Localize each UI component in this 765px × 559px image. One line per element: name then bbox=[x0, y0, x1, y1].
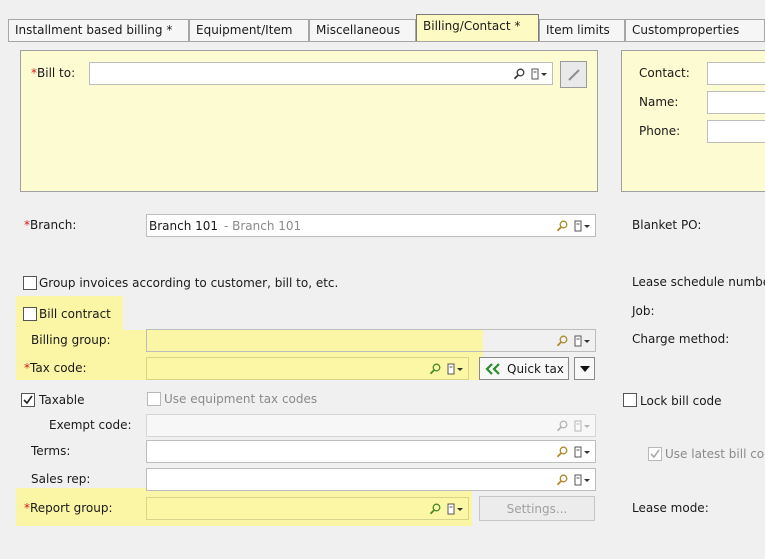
lookup-controls bbox=[556, 472, 592, 488]
bill-to-input[interactable] bbox=[89, 62, 553, 85]
lookup-controls bbox=[429, 361, 465, 377]
tab-label: Miscellaneous bbox=[316, 23, 401, 37]
lock-bill-code-label: Lock bill code bbox=[640, 394, 722, 408]
report-group-label: *Report group: bbox=[24, 501, 113, 515]
exempt-code-input[interactable] bbox=[146, 414, 596, 437]
tab-strip: Installment based billing * Equipment/It… bbox=[8, 14, 765, 42]
chevron-down-icon bbox=[579, 365, 590, 372]
branch-value: Branch 101 bbox=[149, 219, 219, 233]
settings-label: Settings... bbox=[506, 501, 568, 516]
search-icon[interactable] bbox=[513, 68, 525, 80]
search-icon[interactable] bbox=[429, 503, 441, 515]
tab-label: Customproperties bbox=[632, 23, 740, 37]
settings-button[interactable]: Settings... bbox=[479, 496, 595, 521]
quick-tax-label: Quick tax bbox=[507, 361, 564, 376]
sales-rep-input[interactable] bbox=[146, 468, 596, 491]
tab-label: Item limits bbox=[546, 23, 610, 37]
checkmark-icon bbox=[23, 395, 33, 405]
phone-label: Phone: bbox=[639, 124, 681, 138]
tax-code-label: *Tax code: bbox=[24, 361, 87, 375]
tab-label: Equipment/Item bbox=[196, 23, 293, 37]
lookup-controls bbox=[513, 66, 549, 82]
search-icon[interactable] bbox=[556, 420, 568, 432]
billing-group-label: Billing group: bbox=[31, 333, 111, 347]
lookup-controls bbox=[429, 501, 465, 517]
branch-label: *Branch: bbox=[24, 218, 77, 232]
dropdown-menu-icon[interactable] bbox=[574, 446, 592, 458]
dropdown-menu-icon[interactable] bbox=[574, 335, 592, 347]
tab-installment-based-billing[interactable]: Installment based billing * bbox=[8, 19, 189, 42]
checkmark-icon bbox=[650, 449, 660, 459]
tab-label: Billing/Contact * bbox=[423, 19, 521, 33]
edit-button[interactable] bbox=[560, 61, 587, 88]
bill-contract-label: Bill contract bbox=[39, 307, 111, 321]
name-label: Name: bbox=[639, 95, 679, 109]
search-icon[interactable] bbox=[556, 474, 568, 486]
blanket-po-label: Blanket PO: bbox=[632, 218, 702, 232]
lookup-controls bbox=[556, 333, 592, 349]
lease-mode-label: Lease mode: bbox=[632, 501, 709, 515]
bill-contract-checkbox[interactable] bbox=[23, 307, 37, 321]
charge-method-label: Charge method: bbox=[632, 332, 730, 346]
sales-rep-label: Sales rep: bbox=[31, 472, 91, 486]
billing-group-input[interactable] bbox=[146, 329, 596, 352]
pencil-icon bbox=[567, 68, 580, 81]
exempt-code-label: Exempt code: bbox=[49, 418, 132, 432]
dropdown-menu-icon[interactable] bbox=[574, 474, 592, 486]
search-icon[interactable] bbox=[556, 446, 568, 458]
tab-divider bbox=[8, 41, 765, 42]
dropdown-menu-icon[interactable] bbox=[531, 68, 549, 80]
name-input[interactable] bbox=[707, 91, 765, 114]
tab-custom-properties[interactable]: Customproperties bbox=[625, 19, 765, 42]
lookup-controls bbox=[556, 218, 592, 234]
tab-label: Installment based billing * bbox=[15, 23, 173, 37]
phone-input[interactable] bbox=[707, 120, 765, 143]
branch-input[interactable]: Branch 101 - Branch 101 bbox=[146, 214, 596, 237]
lookup-controls bbox=[556, 418, 592, 434]
report-group-input[interactable] bbox=[146, 497, 469, 520]
lock-bill-code-checkbox[interactable] bbox=[623, 393, 637, 407]
lookup-controls bbox=[556, 444, 592, 460]
group-invoices-label: Group invoices according to customer, bi… bbox=[39, 276, 339, 290]
tab-item-limits[interactable]: Item limits bbox=[539, 19, 625, 42]
dropdown-menu-icon[interactable] bbox=[574, 420, 592, 432]
terms-label: Terms: bbox=[31, 444, 71, 458]
tab-billing-contact[interactable]: Billing/Contact * bbox=[416, 14, 539, 42]
double-chevron-left-icon bbox=[485, 362, 500, 375]
contact-input[interactable] bbox=[707, 62, 765, 85]
tab-miscellaneous[interactable]: Miscellaneous bbox=[309, 19, 416, 42]
quick-tax-dropdown-button[interactable] bbox=[574, 357, 595, 380]
terms-input[interactable] bbox=[146, 440, 596, 463]
dropdown-menu-icon[interactable] bbox=[447, 363, 465, 375]
contact-label: Contact: bbox=[639, 66, 690, 80]
use-equipment-tax-codes-label: Use equipment tax codes bbox=[164, 392, 318, 406]
use-latest-bill-code-label: Use latest bill coc bbox=[665, 447, 765, 461]
taxable-label: Taxable bbox=[39, 393, 85, 407]
bill-to-label: *Bill to: bbox=[31, 66, 76, 80]
search-icon[interactable] bbox=[429, 363, 441, 375]
group-invoices-checkbox[interactable] bbox=[23, 276, 37, 290]
dropdown-menu-icon[interactable] bbox=[574, 220, 592, 232]
use-equipment-tax-codes-checkbox[interactable] bbox=[147, 392, 161, 406]
job-label: Job: bbox=[632, 304, 655, 318]
lease-schedule-number-label: Lease schedule numbe bbox=[632, 275, 765, 289]
quick-tax-button[interactable]: Quick tax bbox=[479, 357, 569, 380]
tax-code-input[interactable] bbox=[146, 357, 469, 380]
taxable-checkbox[interactable] bbox=[21, 393, 35, 407]
search-icon[interactable] bbox=[556, 335, 568, 347]
dropdown-menu-icon[interactable] bbox=[447, 503, 465, 515]
branch-description: - Branch 101 bbox=[224, 219, 302, 233]
search-icon[interactable] bbox=[556, 220, 568, 232]
use-latest-bill-code-checkbox[interactable] bbox=[648, 447, 662, 461]
tab-equipment-item[interactable]: Equipment/Item bbox=[189, 19, 309, 42]
